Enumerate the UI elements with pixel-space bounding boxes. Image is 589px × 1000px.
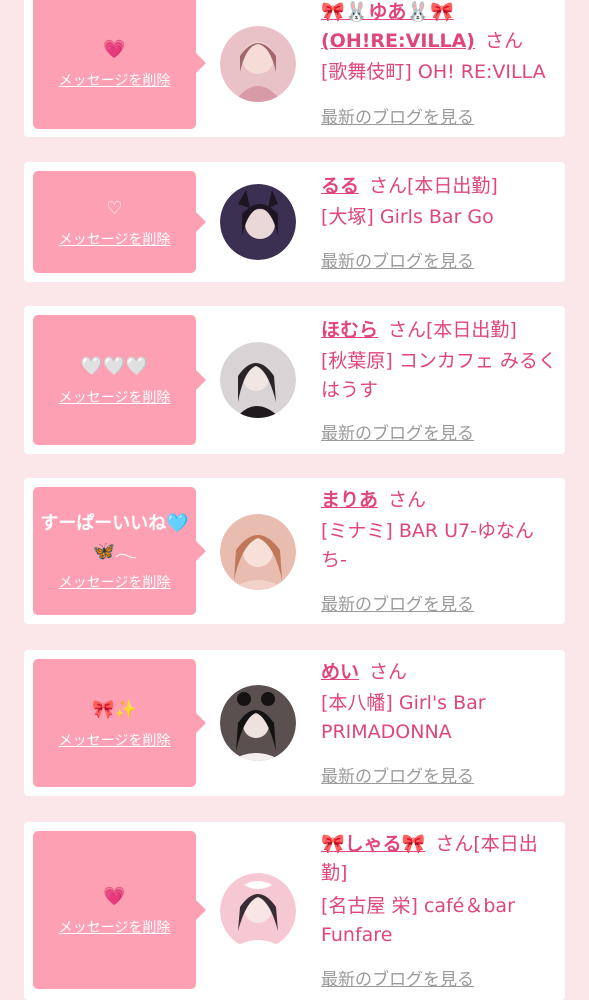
cast-name-link[interactable]: まりあ <box>321 489 378 511</box>
avatar[interactable] <box>220 342 296 418</box>
honorific: さん[本日出勤] <box>388 319 517 341</box>
shop-name: [大塚] Girls Bar Go <box>321 206 494 228</box>
delete-message-link[interactable]: メッセージを削除 <box>59 730 171 750</box>
cast-info: めい さん [本八幡] Girl's Bar PRIMADONNA <box>321 658 557 747</box>
latest-blog-link[interactable]: 最新のブログを見る <box>321 419 474 444</box>
message-card: 💗 メッセージを削除 🎀しゃる🎀 さん[本日出勤] [名古屋 栄] café＆ba… <box>24 822 565 1000</box>
message-bubble: 🤍🤍🤍 メッセージを削除 <box>33 315 206 445</box>
delete-message-link[interactable]: メッセージを削除 <box>59 387 171 407</box>
avatar[interactable] <box>220 26 296 102</box>
cast-name-link[interactable]: 🎀🐰ゆあ🐰🎀 <box>321 1 454 23</box>
shop-name: [名古屋 栄] café＆bar Funfare <box>321 895 515 946</box>
message-text: 🎀✨ <box>92 699 137 720</box>
avatar[interactable] <box>220 873 296 949</box>
cast-name-link[interactable]: ほむら <box>321 319 378 341</box>
cast-name-link[interactable]: めい <box>321 661 359 683</box>
message-card: 💗 メッセージを削除 🎀🐰ゆあ🐰🎀 (OH!RE:VILLA) さん [歌舞伎町]… <box>24 0 565 137</box>
message-text: ♡ <box>106 198 123 219</box>
shop-name: [本八幡] Girl's Bar PRIMADONNA <box>321 692 486 743</box>
message-text: 💗 <box>103 38 126 60</box>
cast-info: 🎀🐰ゆあ🐰🎀 (OH!RE:VILLA) さん [歌舞伎町] OH! RE:VIL… <box>321 0 557 87</box>
cast-info: ほむら さん[本日出勤] [秋葉原] コンカフェ みるくはうす <box>321 316 557 405</box>
honorific: さん[本日出勤] <box>369 175 498 197</box>
message-bubble: ♡ メッセージを削除 <box>33 171 206 273</box>
avatar[interactable] <box>220 514 296 590</box>
delete-message-link[interactable]: メッセージを削除 <box>59 229 171 249</box>
message-card: ♡ メッセージを削除 るる さん[本日出勤] [大塚] Girls Bar Go … <box>24 162 565 282</box>
message-text: 🤍🤍🤍 <box>80 356 149 377</box>
avatar[interactable] <box>220 685 296 761</box>
message-text: 💗 <box>103 886 126 907</box>
delete-message-link[interactable]: メッセージを削除 <box>59 70 171 90</box>
message-bubble: 💗 メッセージを削除 <box>33 0 206 129</box>
honorific: さん <box>388 489 427 511</box>
message-text: すーぱーいいね🩵🦋𓂃 <box>40 513 189 562</box>
cast-info: 🎀しゃる🎀 さん[本日出勤] [名古屋 栄] café＆bar Funfare <box>321 830 557 950</box>
delete-message-link[interactable]: メッセージを削除 <box>59 917 171 937</box>
latest-blog-link[interactable]: 最新のブログを見る <box>321 965 474 990</box>
latest-blog-link[interactable]: 最新のブログを見る <box>321 762 474 787</box>
shop-name: [歌舞伎町] OH! RE:VILLA <box>321 61 546 83</box>
shop-name: [秋葉原] コンカフェ みるくはうす <box>321 350 557 401</box>
honorific: さん <box>369 661 408 683</box>
message-card: すーぱーいいね🩵🦋𓂃 メッセージを削除 まりあ さん [ミナミ] BAR U7-ゆ… <box>24 478 565 624</box>
latest-blog-link[interactable]: 最新のブログを見る <box>321 103 474 128</box>
honorific: さん <box>485 30 524 52</box>
message-bubble: 💗 メッセージを削除 <box>33 831 206 989</box>
cast-info: るる さん[本日出勤] [大塚] Girls Bar Go <box>321 172 557 232</box>
message-card: 🎀✨ メッセージを削除 めい さん [本八幡] Girl's Bar PRIMAD… <box>24 650 565 796</box>
cast-name-link-shop[interactable]: (OH!RE:VILLA) <box>321 30 475 52</box>
cast-name-link[interactable]: るる <box>321 175 359 197</box>
cast-name-link[interactable]: 🎀しゃる🎀 <box>321 833 425 855</box>
shop-name: [ミナミ] BAR U7-ゆなんち- <box>321 520 534 571</box>
latest-blog-link[interactable]: 最新のブログを見る <box>321 247 474 272</box>
message-bubble: すーぱーいいね🩵🦋𓂃 メッセージを削除 <box>33 487 206 615</box>
latest-blog-link[interactable]: 最新のブログを見る <box>321 590 474 615</box>
avatar[interactable] <box>220 184 296 260</box>
cast-info: まりあ さん [ミナミ] BAR U7-ゆなんち- <box>321 486 557 575</box>
message-card: 🤍🤍🤍 メッセージを削除 ほむら さん[本日出勤] [秋葉原] コンカフェ みるく… <box>24 306 565 454</box>
message-bubble: 🎀✨ メッセージを削除 <box>33 659 206 787</box>
delete-message-link[interactable]: メッセージを削除 <box>59 572 171 592</box>
